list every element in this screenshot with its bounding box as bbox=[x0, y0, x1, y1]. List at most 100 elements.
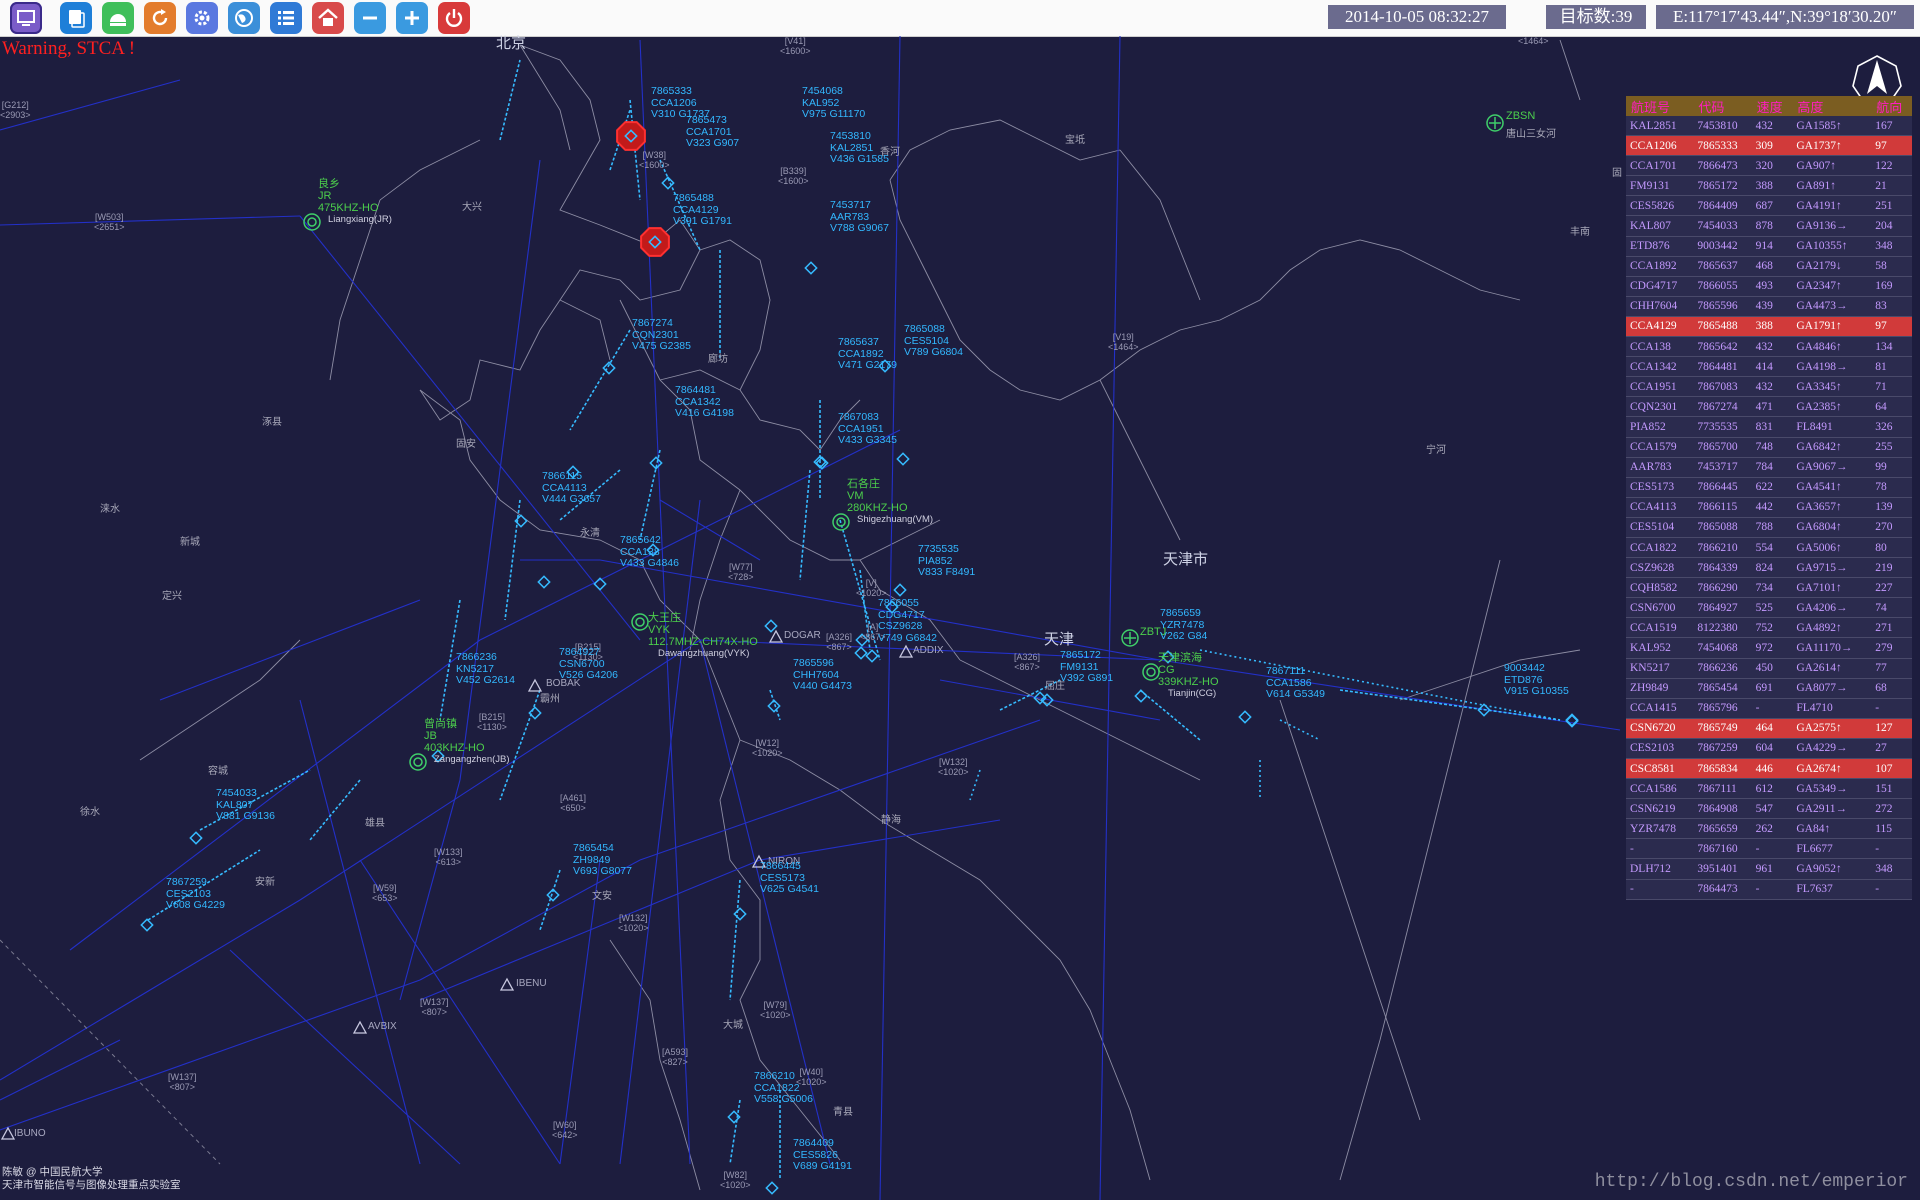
flight-line: V625 G4541 bbox=[760, 883, 819, 895]
aircraft-icon[interactable] bbox=[804, 261, 818, 275]
table-cell: CES5173 bbox=[1626, 477, 1694, 498]
power-button[interactable] bbox=[438, 2, 470, 34]
flight-line: 7865473 bbox=[686, 114, 727, 126]
table-row[interactable]: CCA1415 7865796- FL4710- bbox=[1626, 698, 1912, 719]
navaid-name: Tianjin(CG) bbox=[1168, 688, 1217, 699]
table-row[interactable]: CCA1579 7865700 748 GA6842↑ 255 bbox=[1626, 437, 1912, 458]
table-row[interactable]: CCA1342 7864481 414 GA4198→ 81 bbox=[1626, 356, 1912, 378]
refresh-button[interactable] bbox=[144, 2, 176, 34]
aircraft-icon[interactable] bbox=[189, 831, 203, 845]
flight-line: 7864409 bbox=[793, 1137, 834, 1149]
table-row[interactable]: CES2103 7867259 604 GA4229→ 27 bbox=[1626, 738, 1912, 760]
table-cell: CES5104 bbox=[1626, 517, 1694, 538]
table-row[interactable]: KAL807 7454033 878 GA9136→ 204 bbox=[1626, 215, 1912, 237]
table-row[interactable]: CCA1822 7866210 554 GA5006↑ 80 bbox=[1626, 537, 1912, 559]
table-row[interactable]: CSN6700 7864927 525 GA4206→ 74 bbox=[1626, 597, 1912, 619]
layers-button[interactable] bbox=[60, 2, 92, 34]
table-row[interactable]: CHH7604 7865596 439 GA4473→ 83 bbox=[1626, 296, 1912, 317]
aircraft-icon[interactable] bbox=[854, 646, 868, 660]
airway-code: [W137] bbox=[420, 997, 449, 1007]
table-row[interactable]: DLH712 3951401 961 GA9052↑ 348 bbox=[1626, 858, 1912, 880]
table-row[interactable]: CDG4717 7866055 493 GA2347↑ 169 bbox=[1626, 276, 1912, 297]
table-row[interactable]: CSN6219 7864908 547 GA2911→ 272 bbox=[1626, 798, 1912, 820]
column-header[interactable]: 航班号 bbox=[1626, 96, 1694, 116]
table-cell: 914 bbox=[1751, 236, 1793, 257]
table-row[interactable]: CES5826 7864409 687 GA4191↑ 251 bbox=[1626, 195, 1912, 217]
settings-button[interactable] bbox=[186, 2, 218, 34]
table-row[interactable]: CCA1892 7865637 468 GA2179↓ 58 bbox=[1626, 256, 1912, 277]
table-row[interactable]: CES5173 7866445 622 GA4541↑ 78 bbox=[1626, 477, 1912, 498]
navaid-label: 大王庄 VYK 112.7MHZ-CH74X-HO Dawangzhuang(VYK) bbox=[648, 612, 758, 660]
list-button[interactable] bbox=[270, 2, 302, 34]
table-row[interactable]: CSZ9628 7864339 824 GA9715→ 219 bbox=[1626, 557, 1912, 579]
aircraft-icon[interactable] bbox=[733, 907, 747, 921]
aircraft-icon[interactable] bbox=[764, 619, 778, 633]
stca-alert-icon bbox=[640, 227, 670, 257]
table-row[interactable]: CES5104 7865088 788 GA6804↑ 270 bbox=[1626, 517, 1912, 538]
table-cell: 169 bbox=[1871, 276, 1912, 297]
aircraft-icon[interactable] bbox=[602, 361, 616, 375]
table-cell: 687 bbox=[1751, 195, 1793, 217]
table-row[interactable]: CCA4129 7865488 388 GA1791↑ 97 bbox=[1626, 316, 1912, 338]
table-row[interactable]: AAR783 7453717 784 GA9067→ 99 bbox=[1626, 457, 1912, 478]
aircraft-icon[interactable] bbox=[765, 1181, 779, 1195]
table-row[interactable]: KAL2851 7453810 432 GA1585↑ 167 bbox=[1626, 116, 1912, 137]
table-row[interactable]: CCA4113 7866115 442 GA3657↑ 139 bbox=[1626, 497, 1912, 518]
airway-alt: <1020> bbox=[618, 923, 649, 933]
table-cell: GA8077→ bbox=[1792, 678, 1872, 699]
table-cell: CCA1519 bbox=[1626, 617, 1694, 639]
table-row[interactable]: CSN6720 7865749 464 GA2575↑ 127 bbox=[1626, 718, 1912, 739]
airway-code: [G212] bbox=[1, 100, 29, 110]
aircraft-icon[interactable] bbox=[537, 575, 551, 589]
display-button[interactable] bbox=[10, 2, 42, 34]
table-row[interactable]: ETD876 9003442 914 GA10355↑ 348 bbox=[1626, 236, 1912, 257]
table-row[interactable]: CCA1951 7867083 432 GA3345↑ 71 bbox=[1626, 376, 1912, 398]
footer-author: 陈敏 @ 中国民航大学 bbox=[2, 1166, 103, 1178]
flight-line: 7865488 bbox=[673, 192, 714, 204]
column-header[interactable]: 高度 bbox=[1792, 96, 1872, 116]
home-button[interactable] bbox=[312, 2, 344, 34]
table-cell: 7864473 bbox=[1693, 879, 1752, 900]
aircraft-icon[interactable] bbox=[893, 583, 907, 597]
airway-alt: <728> bbox=[728, 572, 754, 582]
table-cell: GA1585↑ bbox=[1792, 116, 1872, 137]
table-row[interactable]: FM9131 7865172 388 GA891↑ 21 bbox=[1626, 175, 1912, 197]
table-row[interactable]: PIA852 7735535 831 FL8491 326 bbox=[1626, 416, 1912, 438]
zoom-in-button[interactable] bbox=[396, 2, 428, 34]
aircraft-icon[interactable] bbox=[896, 452, 910, 466]
table-row[interactable]: CCA1206 7865333 309 GA1737↑ 97 bbox=[1626, 135, 1912, 157]
table-row[interactable]: ZH9849 7865454 691 GA8077→ 68 bbox=[1626, 678, 1912, 699]
aircraft-icon[interactable] bbox=[528, 706, 542, 720]
aircraft-icon[interactable] bbox=[1238, 710, 1252, 724]
table-row[interactable]: KN5217 7866236 450 GA2614↑ 77 bbox=[1626, 658, 1912, 679]
table-row[interactable]: CQH8582 7866290 734 GA7101↑ 227 bbox=[1626, 577, 1912, 599]
airway-code: [A593] bbox=[662, 1047, 689, 1057]
table-row[interactable]: -7867160- FL6677- bbox=[1626, 838, 1912, 860]
column-header[interactable]: 速度 bbox=[1751, 96, 1793, 116]
column-header[interactable]: 代码 bbox=[1693, 96, 1752, 116]
aircraft-icon[interactable] bbox=[1134, 689, 1148, 703]
globe-button[interactable] bbox=[228, 2, 260, 34]
table-row[interactable]: CSC8581 7865834 446 GA2674↑ 107 bbox=[1626, 758, 1912, 780]
column-header[interactable]: 航向 bbox=[1871, 96, 1912, 116]
table-row[interactable]: CCA1701 7866473 320 GA907↑ 122 bbox=[1626, 155, 1912, 177]
zoom-out-button[interactable] bbox=[354, 2, 386, 34]
table-row[interactable]: YZR7478 7865659 262 GA84↑ 115 bbox=[1626, 818, 1912, 840]
table-row[interactable]: CCA1586 7867111 612 GA5349→ 151 bbox=[1626, 778, 1912, 800]
table-row[interactable]: KAL952 7454068 972 GA11170→ 279 bbox=[1626, 637, 1912, 659]
table-cell: 348 bbox=[1871, 858, 1912, 880]
table-row[interactable]: CCA138 7865642 432 GA4846↑ 134 bbox=[1626, 336, 1912, 358]
airway-alt: <613> bbox=[435, 857, 462, 867]
table-row[interactable]: CQN2301 7867274 471 GA2385↑ 64 bbox=[1626, 396, 1912, 418]
table-cell: 7865700 bbox=[1693, 437, 1752, 458]
aircraft-icon[interactable] bbox=[140, 918, 154, 932]
flight-line: V440 G4473 bbox=[793, 680, 852, 692]
flight-table[interactable]: 航班号 代码 速度 高度 航向 KAL2851 7453810 432 GA1585↑ 167 C… bbox=[1626, 96, 1912, 900]
table-cell: CDG4717 bbox=[1626, 276, 1694, 297]
aircraft-icon[interactable] bbox=[865, 649, 879, 663]
table-row[interactable]: CCA1519 8122380 752 GA4892↑ 271 bbox=[1626, 617, 1912, 639]
flight-line: V392 G891 bbox=[1060, 672, 1114, 684]
flight-datablock: 7453810 KAL2851 V436 G1585 bbox=[830, 130, 889, 166]
radar-button[interactable] bbox=[102, 2, 134, 34]
table-row[interactable]: -7864473- FL7637- bbox=[1626, 879, 1912, 900]
